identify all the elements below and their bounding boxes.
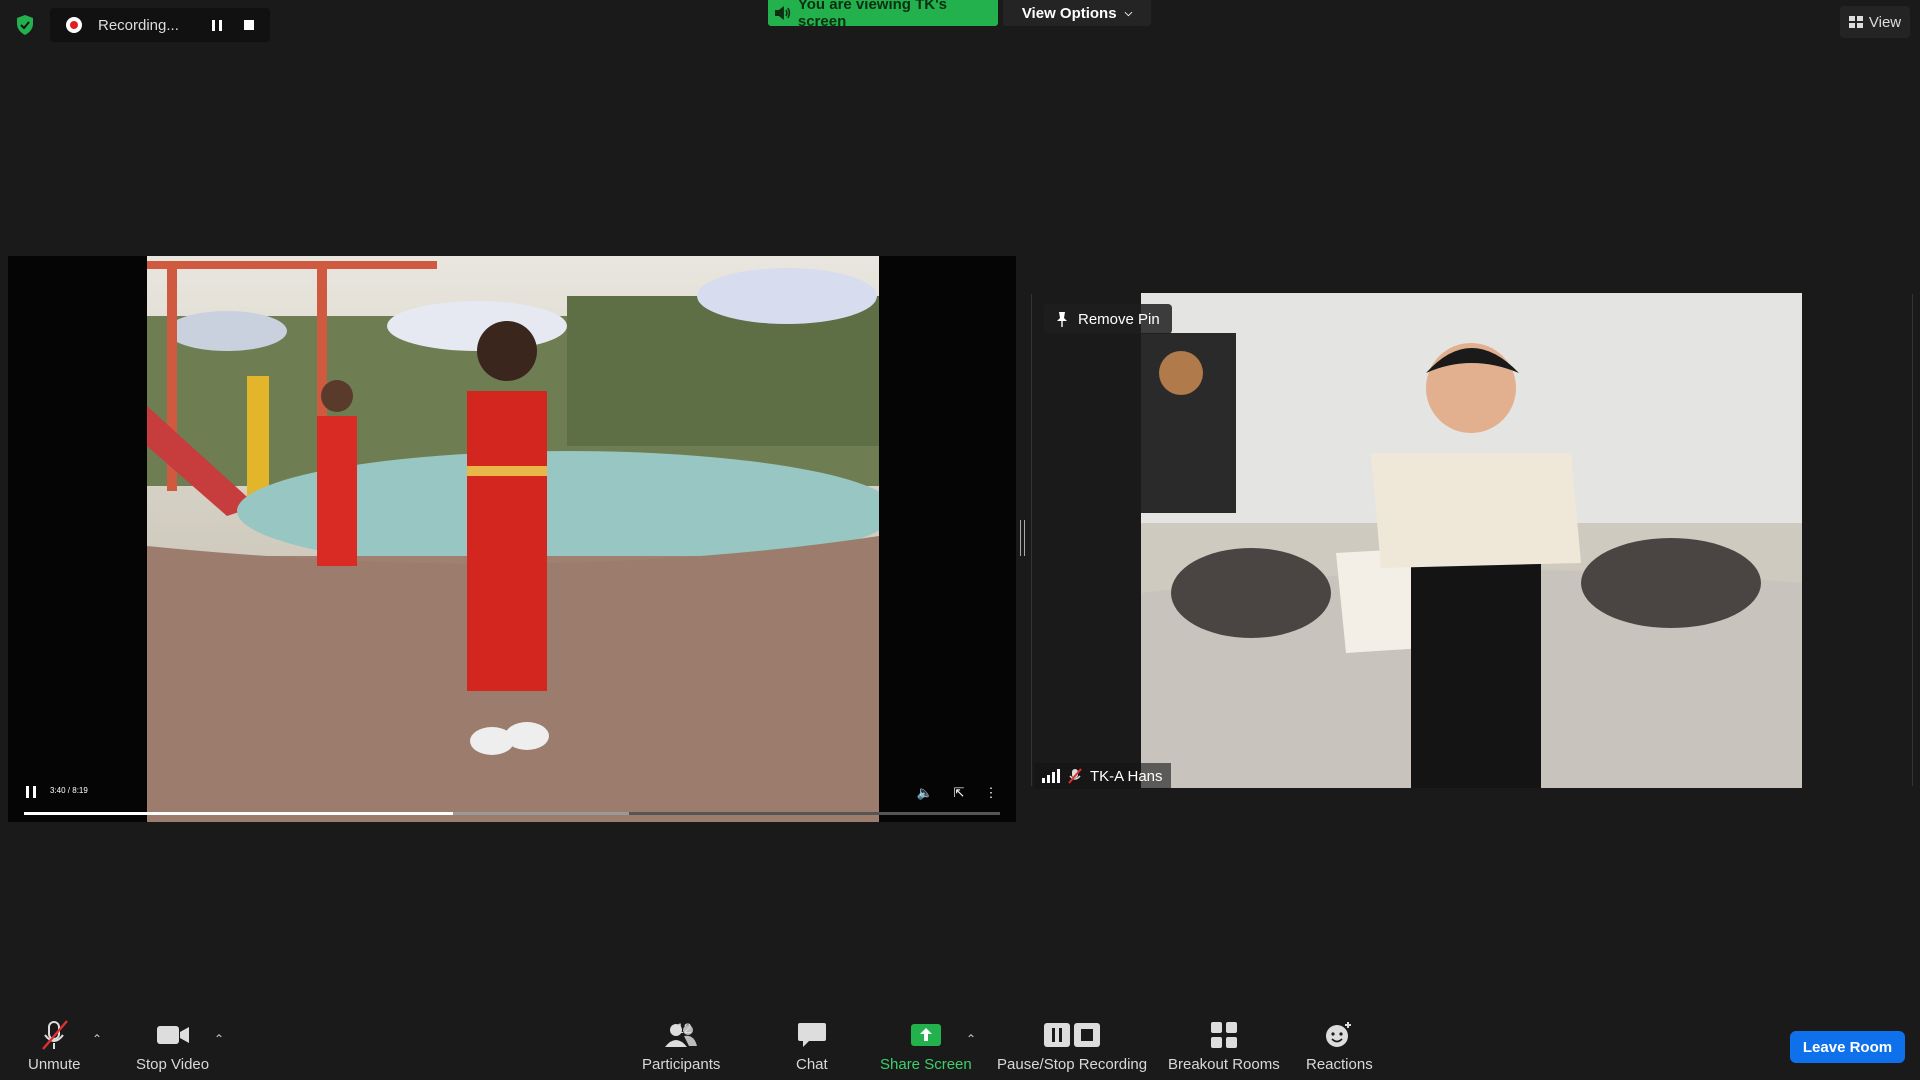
pause-recording-button[interactable] xyxy=(204,12,230,38)
video-pause-button[interactable] xyxy=(26,786,36,798)
muted-mic-icon xyxy=(1068,768,1082,784)
panel-edge xyxy=(1912,294,1913,786)
shared-video-frame xyxy=(147,256,879,822)
chat-icon xyxy=(797,1018,827,1052)
participants-button[interactable]: 12 Participants xyxy=(642,1018,720,1073)
panel-divider xyxy=(1031,294,1032,786)
participant-name: TK-A Hans xyxy=(1090,767,1163,785)
pin-icon xyxy=(1057,312,1067,327)
view-options-button[interactable]: View Options ⌵ xyxy=(1003,0,1151,26)
pause-stop-recording-icon xyxy=(1043,1018,1101,1052)
panel-resize-handle[interactable] xyxy=(1020,520,1025,556)
participants-count: 12 xyxy=(676,1020,692,1036)
unmute-label: Unmute xyxy=(28,1056,81,1073)
share-options-caret-icon[interactable]: ⌃ xyxy=(966,1032,976,1046)
more-options-icon[interactable]: ⋮ xyxy=(982,784,1000,802)
recording-indicator: Recording... xyxy=(50,8,270,42)
reactions-label: Reactions xyxy=(1306,1056,1373,1073)
viewing-screen-banner: You are viewing TK's screen xyxy=(768,0,998,30)
reactions-icon xyxy=(1324,1018,1354,1052)
video-time: 3:40 / 8:19 xyxy=(50,786,88,795)
breakout-rooms-label: Breakout Rooms xyxy=(1168,1056,1280,1073)
remove-pin-label: Remove Pin xyxy=(1078,310,1160,328)
exit-fullscreen-icon[interactable]: ⇱ xyxy=(950,784,968,802)
speaker-icon xyxy=(774,6,791,20)
pause-icon xyxy=(212,19,222,31)
chat-label: Chat xyxy=(796,1056,828,1073)
breakout-rooms-icon xyxy=(1210,1018,1238,1052)
view-options-label: View Options xyxy=(1021,4,1117,22)
shared-screen[interactable]: 3:40 / 8:19 🔈 ⇱ ⋮ xyxy=(8,256,1016,822)
muted-mic-icon xyxy=(39,1018,69,1052)
view-button[interactable]: View xyxy=(1840,6,1910,38)
view-label: View xyxy=(1868,13,1902,31)
pause-stop-recording-button[interactable]: Pause/Stop Recording xyxy=(997,1018,1147,1073)
remove-pin-button[interactable]: Remove Pin xyxy=(1044,304,1172,334)
share-screen-label: Share Screen xyxy=(880,1056,972,1073)
recording-dot-icon xyxy=(66,17,82,33)
meeting-toolbar: Unmute ⌃ Stop Video ⌃ 12 Participants Ch… xyxy=(0,1010,1920,1080)
signal-strength-icon xyxy=(1042,769,1060,783)
video-controls: 3:40 / 8:19 🔈 ⇱ ⋮ xyxy=(8,772,1016,822)
stop-icon xyxy=(244,20,254,30)
video-options-caret-icon[interactable]: ⌃ xyxy=(214,1032,224,1046)
viewing-banner-text: You are viewing TK's screen xyxy=(797,0,948,30)
grid-view-icon xyxy=(1848,16,1863,28)
unmute-button[interactable]: Unmute xyxy=(28,1018,81,1073)
breakout-rooms-button[interactable]: Breakout Rooms xyxy=(1168,1018,1280,1073)
stop-video-label: Stop Video xyxy=(136,1056,210,1073)
volume-icon[interactable]: 🔈 xyxy=(916,784,934,802)
video-progress-fill xyxy=(24,812,453,815)
recording-label: Recording... xyxy=(98,16,179,34)
stop-video-button[interactable]: Stop Video xyxy=(136,1018,209,1073)
video-camera-icon xyxy=(156,1018,190,1052)
share-screen-button[interactable]: Share Screen xyxy=(880,1018,972,1073)
chat-button[interactable]: Chat xyxy=(796,1018,828,1073)
participant-name-tag: TK-A Hans xyxy=(1034,763,1171,789)
reactions-button[interactable]: Reactions xyxy=(1306,1018,1373,1073)
stop-recording-button[interactable] xyxy=(236,12,262,38)
participant-video[interactable] xyxy=(1141,293,1802,788)
security-shield-icon[interactable] xyxy=(14,14,36,36)
chevron-down-icon: ⌵ xyxy=(1124,7,1133,19)
pause-stop-recording-label: Pause/Stop Recording xyxy=(997,1056,1148,1073)
share-screen-icon xyxy=(910,1018,942,1052)
audio-options-caret-icon[interactable]: ⌃ xyxy=(92,1032,102,1046)
participants-label: Participants xyxy=(642,1056,721,1073)
leave-room-button[interactable]: Leave Room xyxy=(1790,1031,1905,1063)
